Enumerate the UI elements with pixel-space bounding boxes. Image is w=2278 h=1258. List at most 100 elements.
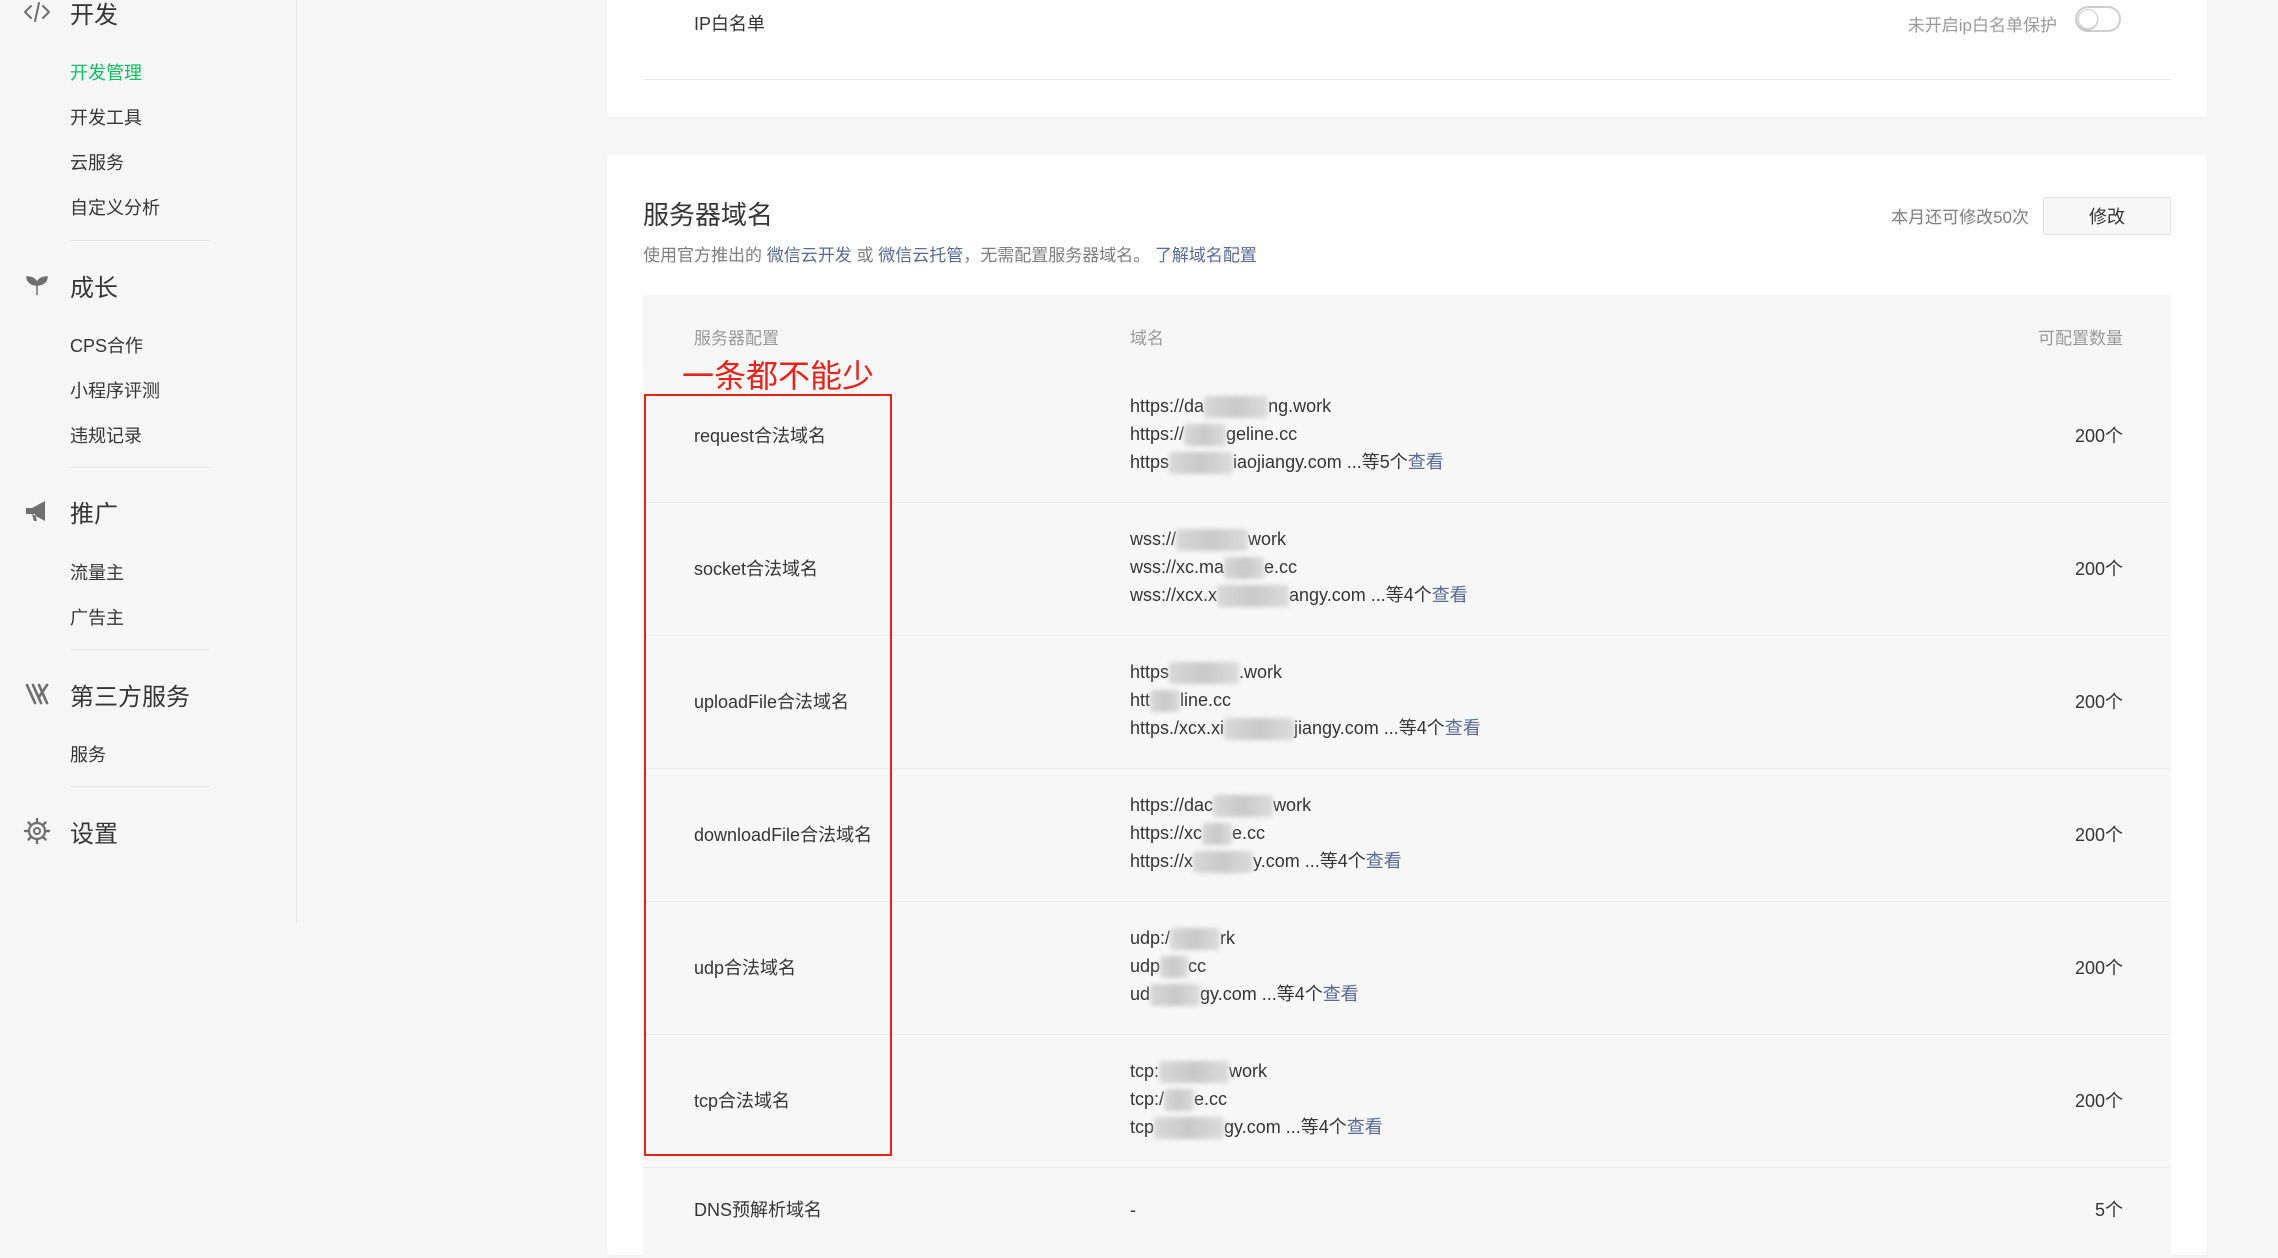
nav-item-cloud-service[interactable]: 云服务 [70, 151, 124, 175]
domain-line: https://da ng.work [1130, 392, 1444, 420]
megaphone-icon [22, 496, 52, 526]
modify-button[interactable]: 修改 [2043, 197, 2171, 235]
domain-text: https:// [1130, 424, 1185, 444]
domain-line: tcp gy.com ...等4个查看 [1130, 1113, 1383, 1141]
domain-line: https./xcx.xi jiangy.com ...等4个查看 [1130, 714, 1481, 742]
nav-group-title: 第三方服务 [70, 683, 190, 711]
config-qty: 200个 [2074, 426, 2123, 446]
view-all-link[interactable]: 查看 [1432, 585, 1468, 605]
nav-item-traffic-owner[interactable]: 流量主 [70, 561, 124, 585]
nav-item-violation-records[interactable]: 违规记录 [70, 424, 142, 448]
nav-group-title: 设置 [70, 820, 118, 848]
domain-text: wss:// [1130, 529, 1177, 549]
domain-list: https://dac work https://xc e.cc https://x y.… [1130, 791, 1402, 875]
domain-text: work [1273, 795, 1312, 815]
nav-group-develop[interactable]: 开发 [22, 0, 118, 32]
nav-divider [70, 786, 210, 787]
view-all-link[interactable]: 查看 [1408, 452, 1444, 472]
nav-divider [70, 467, 210, 468]
more-count: ...等4个 [1304, 851, 1366, 871]
divider [643, 79, 2171, 80]
nav-item-service[interactable]: 服务 [70, 743, 106, 767]
domain-text: work [1248, 529, 1287, 549]
domain-line: https://xc e.cc [1130, 819, 1402, 847]
domain-text: https [1130, 662, 1170, 682]
desc-text: 或 [856, 246, 874, 265]
nav-group-third-party[interactable]: 第三方服务 [22, 674, 190, 714]
redacted-mosaic [1184, 424, 1227, 447]
domain-text: gy.com [1224, 1117, 1281, 1137]
domain-text: tcp [1130, 1117, 1155, 1137]
config-qty: 200个 [2074, 958, 2123, 978]
redacted-mosaic [1150, 690, 1181, 713]
annotation-text: 一条都不能少 [682, 358, 875, 394]
config-qty: 200个 [2074, 559, 2123, 579]
nav-item-miniprogram-review[interactable]: 小程序评测 [70, 379, 160, 403]
nav-item-dev-tools[interactable]: 开发工具 [70, 106, 142, 130]
domain-text: line.cc [1180, 690, 1232, 710]
desc-text: 使用官方推出的 [643, 246, 762, 265]
redacted-mosaic [1176, 529, 1249, 552]
domain-text: https [1130, 452, 1170, 472]
ip-whitelist-toggle[interactable] [2075, 6, 2121, 32]
nav-group-growth[interactable]: 成长 [22, 265, 118, 305]
domain-text: udp:/ [1130, 928, 1171, 948]
cloud-dev-link[interactable]: 微信云开发 [767, 246, 852, 265]
redacted-mosaic [1164, 1089, 1195, 1112]
view-all-link[interactable]: 查看 [1445, 718, 1481, 738]
nav-group-title: 推广 [70, 500, 118, 528]
domain-line: https .work [1130, 658, 1481, 686]
section-title: 服务器域名 [643, 200, 774, 230]
redacted-mosaic [1169, 452, 1234, 475]
domain-text: rk [1220, 928, 1236, 948]
config-qty: 200个 [2074, 825, 2123, 845]
ip-whitelist-card: IP白名单 未开启ip白名单保护 [607, 0, 2207, 117]
nav-divider [70, 240, 210, 241]
more-count: ...等4个 [1383, 718, 1445, 738]
redacted-mosaic [1202, 823, 1233, 846]
section-description: 使用官方推出的 微信云开发 或 微信云托管，无需配置服务器域名。 了解域名配置 [643, 241, 1257, 266]
nav-divider [70, 649, 210, 650]
domain-text: ng.work [1268, 396, 1332, 416]
config-qty: 200个 [2074, 1091, 2123, 1111]
domain-text: geline.cc [1226, 424, 1298, 444]
nav-group-title: 成长 [70, 274, 118, 302]
domain-list: udp:/ rk udp cc ud gy.com ...等4个查看 [1130, 924, 1359, 1008]
redacted-mosaic [1170, 928, 1221, 951]
more-count: ...等5个 [1346, 452, 1408, 472]
domain-text: wss://xc.ma [1130, 557, 1225, 577]
domain-line: wss:// work [1130, 525, 1468, 553]
domain-text: gy.com [1200, 984, 1257, 1004]
domain-text: https://dac [1130, 795, 1214, 815]
domain-line: udp cc [1130, 952, 1359, 980]
nav-group-title: 开发 [70, 1, 118, 29]
domain-text: https://x [1130, 851, 1194, 871]
cloud-host-link[interactable]: 微信云托管 [878, 246, 963, 265]
domain-text: htt [1130, 690, 1151, 710]
redacted-mosaic [1193, 851, 1254, 874]
domain-list: wss:// work wss://xc.ma e.cc wss://xcx.x angy… [1130, 525, 1468, 609]
more-count: ...等4个 [1285, 1117, 1347, 1137]
domain-line: https:// geline.cc [1130, 420, 1444, 448]
domain-list: tcp: work tcp:/ e.cc tcp gy.com ...等4个查看 [1130, 1057, 1383, 1141]
view-all-link[interactable]: 查看 [1366, 851, 1402, 871]
config-qty: 200个 [2074, 692, 2123, 712]
domain-text: work [1229, 1061, 1268, 1081]
nav-group-settings[interactable]: 设置 [22, 811, 118, 851]
redacted-mosaic [1159, 1061, 1230, 1084]
nav-item-advertiser[interactable]: 广告主 [70, 606, 124, 630]
nav-item-dev-management[interactable]: 开发管理 [70, 61, 142, 85]
domain-line: https://dac work [1130, 791, 1402, 819]
third-party-icon [22, 679, 52, 709]
domain-line: ud gy.com ...等4个查看 [1130, 980, 1359, 1008]
nav-group-promotion[interactable]: 推广 [22, 491, 118, 531]
view-all-link[interactable]: 查看 [1323, 984, 1359, 1004]
sprout-icon [22, 270, 52, 300]
view-all-link[interactable]: 查看 [1347, 1117, 1383, 1137]
domain-text: jiangy.com [1294, 718, 1379, 738]
nav-item-custom-analysis[interactable]: 自定义分析 [70, 196, 160, 220]
learn-domain-config-link[interactable]: 了解域名配置 [1155, 246, 1257, 265]
nav-item-cps[interactable]: CPS合作 [70, 334, 143, 358]
domain-line: wss://xcx.x angy.com ...等4个查看 [1130, 581, 1468, 609]
domain-value: - [1130, 1200, 1136, 1220]
